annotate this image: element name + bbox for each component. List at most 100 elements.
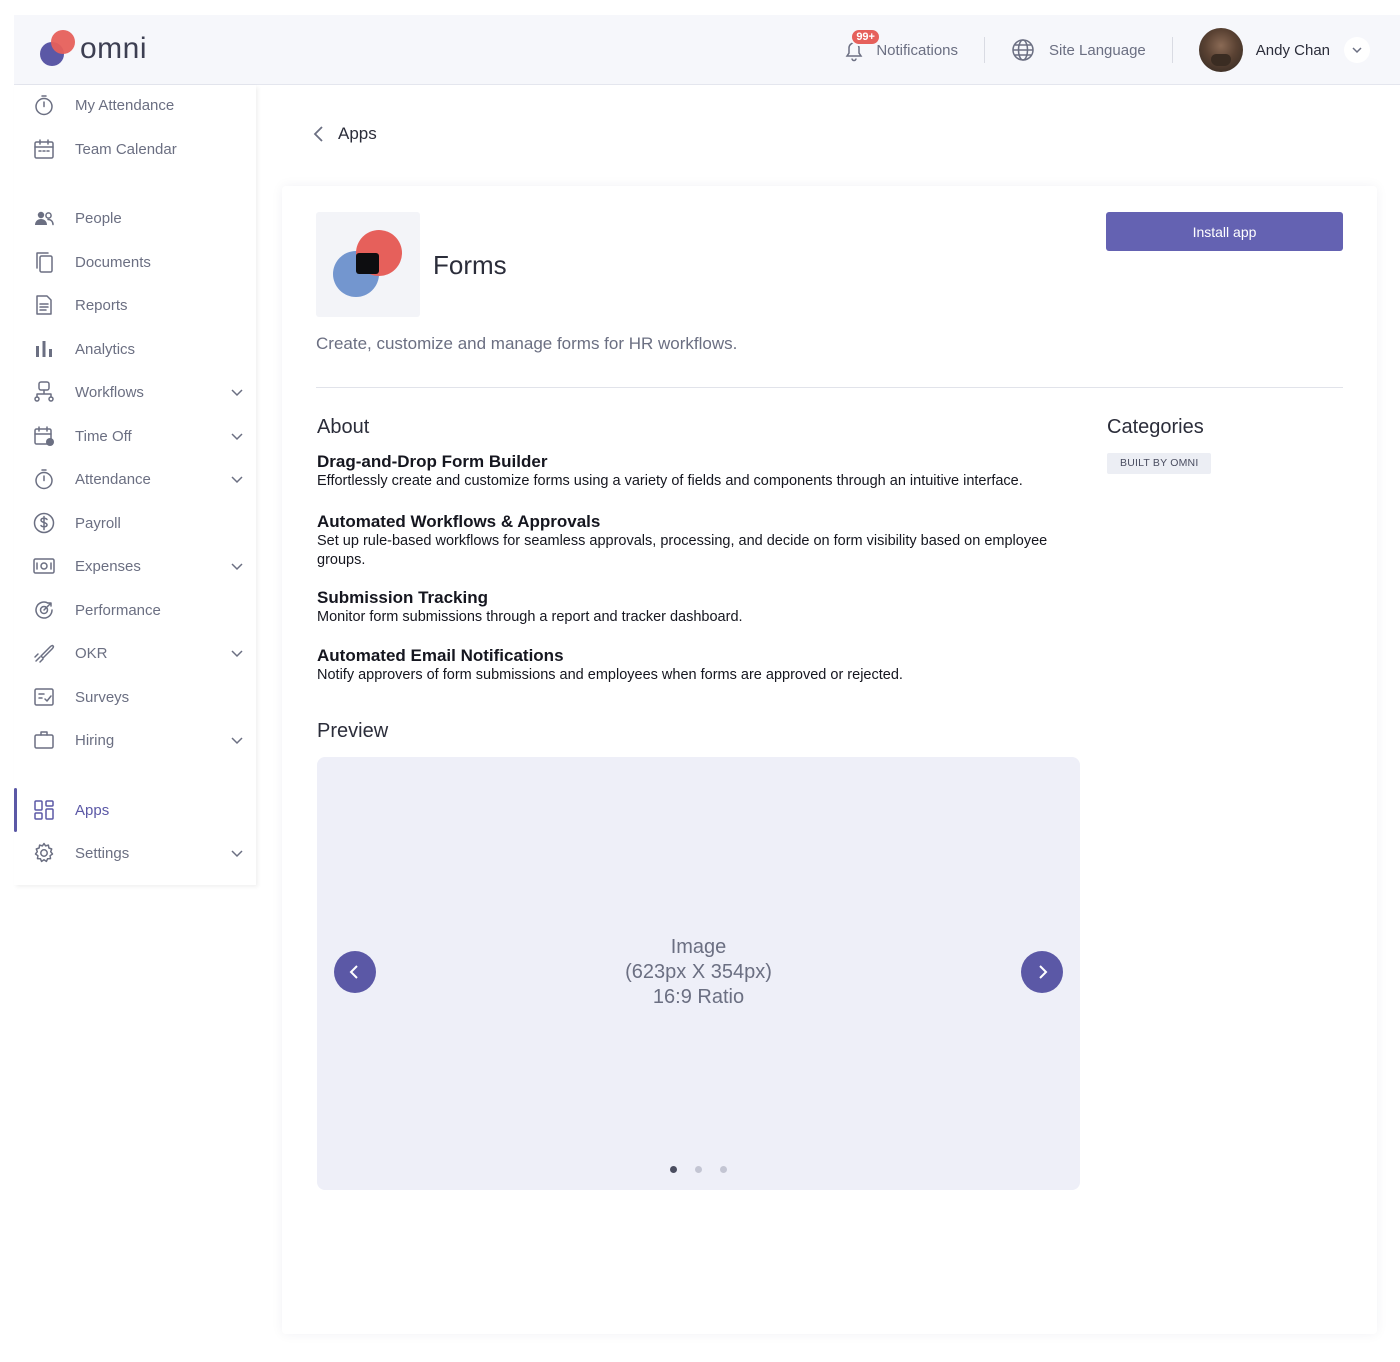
sidebar-item-label: Apps	[75, 801, 110, 819]
forms-app-icon	[316, 212, 420, 317]
feature-description: Set up rule-based workflows for seamless…	[317, 533, 1048, 568]
feature-item: Automated Workflows & Approvals Set up r…	[317, 512, 1077, 570]
sidebar-item-documents[interactable]: Documents	[14, 242, 256, 282]
carousel-dot[interactable]	[695, 1166, 702, 1173]
placeholder-line: 16:9 Ratio	[652, 986, 745, 1008]
top-bar: omni 99+ Notifications Site Language And…	[14, 15, 1400, 85]
user-name: Andy Chan	[1255, 41, 1330, 59]
feature-title: Automated Workflows & Approvals	[317, 512, 601, 531]
feature-description: Monitor form submissions through a repor…	[317, 609, 743, 625]
sidebar-item-my-attendance[interactable]: My Attendance	[14, 85, 256, 125]
separator	[984, 37, 986, 63]
briefcase-icon	[32, 728, 56, 752]
rocket-icon	[32, 641, 56, 665]
carousel-dot[interactable]	[670, 1166, 677, 1173]
install-app-button[interactable]: Install app	[1106, 212, 1343, 251]
gear-icon	[32, 841, 56, 865]
sidebar-item-attendance[interactable]: Attendance	[14, 459, 256, 499]
sidebar-item-label: Documents	[75, 253, 151, 271]
sidebar-item-label: Time Off	[75, 427, 132, 445]
divider	[316, 387, 1343, 388]
omni-logo-icon	[38, 29, 78, 69]
site-language-button[interactable]: Site Language	[1011, 38, 1146, 62]
calendar-clock-icon	[32, 424, 56, 448]
feature-description: Notify approvers of form submissions and…	[317, 667, 903, 683]
placeholder-line: Image	[670, 936, 727, 958]
category-tag[interactable]: BUILT BY OMNI	[1107, 453, 1212, 474]
sidebar-item-label: Attendance	[75, 470, 151, 488]
categories-heading: Categories	[1107, 416, 1204, 438]
feature-description: Effortlessly create and customize forms …	[317, 473, 1023, 489]
sidebar-item-label: My Attendance	[75, 96, 175, 114]
chevron-down-icon[interactable]	[1344, 37, 1370, 63]
sidebar-item-workflows[interactable]: Workflows	[14, 372, 256, 412]
feature-item: Drag-and-Drop Form Builder Effortlessly …	[317, 452, 1077, 491]
feature-title: Drag-and-Drop Form Builder	[317, 452, 548, 471]
sidebar-item-time-off[interactable]: Time Off	[14, 416, 256, 456]
workflow-icon	[32, 380, 56, 404]
bell-icon: 99+	[840, 28, 881, 64]
carousel-dot[interactable]	[720, 1166, 727, 1173]
apps-grid-icon	[32, 798, 56, 822]
chevron-right-icon	[1035, 964, 1049, 980]
sidebar-item-label: Surveys	[75, 688, 130, 706]
sidebar-item-reports[interactable]: Reports	[14, 285, 256, 325]
chevron-down-icon[interactable]	[230, 559, 244, 573]
sidebar-item-okr[interactable]: OKR	[14, 633, 256, 673]
feature-title: Submission Tracking	[317, 588, 488, 607]
preview-heading: Preview	[317, 720, 389, 742]
sidebar-item-settings[interactable]: Settings	[14, 833, 256, 873]
sidebar-item-team-calendar[interactable]: Team Calendar	[14, 129, 256, 169]
chevron-down-icon[interactable]	[230, 846, 244, 860]
survey-icon	[32, 685, 56, 709]
sidebar-item-label: Reports	[75, 296, 128, 314]
sidebar-item-label: People	[75, 209, 122, 227]
app-detail-card: Forms Install app Create, customize and …	[282, 186, 1377, 1334]
performance-icon	[32, 598, 56, 622]
sidebar-item-hiring[interactable]: Hiring	[14, 720, 256, 760]
omni-logo[interactable]: omni	[38, 29, 147, 69]
stopwatch-icon	[32, 93, 56, 117]
documents-icon	[32, 250, 56, 274]
bar-chart-icon	[32, 337, 56, 361]
calendar-icon	[32, 137, 56, 161]
carousel-dots	[317, 1166, 1080, 1173]
sidebar-item-expenses[interactable]: Expenses	[14, 546, 256, 586]
app-description: Create, customize and manage forms for H…	[316, 334, 738, 353]
avatar	[1198, 28, 1243, 72]
sidebar: My Attendance Team Calendar People Document…	[14, 85, 256, 885]
chevron-down-icon[interactable]	[230, 385, 244, 399]
carousel-next-button[interactable]	[1021, 951, 1063, 993]
feature-item: Submission Tracking Monitor form submiss…	[317, 588, 1077, 627]
logo-text: omni	[80, 32, 148, 65]
sidebar-item-people[interactable]: People	[14, 198, 256, 238]
dollar-icon	[32, 511, 56, 535]
sidebar-item-label: OKR	[75, 644, 108, 662]
people-icon	[32, 206, 56, 230]
chevron-left-icon	[312, 125, 326, 143]
sidebar-item-label: Analytics	[75, 340, 136, 358]
cash-icon	[32, 554, 56, 578]
sidebar-item-label: Performance	[75, 601, 161, 619]
back-to-apps-link[interactable]: Apps	[312, 124, 377, 144]
sidebar-item-performance[interactable]: Performance	[14, 590, 256, 630]
user-menu[interactable]: Andy Chan	[1198, 28, 1370, 72]
sidebar-item-analytics[interactable]: Analytics	[14, 329, 256, 369]
sidebar-item-label: Expenses	[75, 557, 141, 575]
sidebar-item-label: Settings	[75, 844, 130, 862]
sidebar-item-payroll[interactable]: Payroll	[14, 503, 256, 543]
sidebar-item-apps[interactable]: Apps	[14, 790, 256, 830]
placeholder-line: (623px X 354px)	[625, 961, 772, 983]
sidebar-item-surveys[interactable]: Surveys	[14, 677, 256, 717]
site-language-label: Site Language	[1049, 41, 1146, 59]
chevron-down-icon[interactable]	[230, 733, 244, 747]
notifications-button[interactable]: 99+ Notifications	[840, 28, 959, 64]
chevron-down-icon[interactable]	[230, 646, 244, 660]
separator	[1171, 37, 1173, 63]
sidebar-item-label: Team Calendar	[75, 140, 177, 158]
app-title: Forms	[433, 250, 507, 280]
chevron-down-icon[interactable]	[230, 429, 244, 443]
sidebar-item-label: Payroll	[75, 514, 121, 532]
chevron-down-icon[interactable]	[230, 472, 244, 486]
notifications-label: Notifications	[876, 41, 959, 59]
